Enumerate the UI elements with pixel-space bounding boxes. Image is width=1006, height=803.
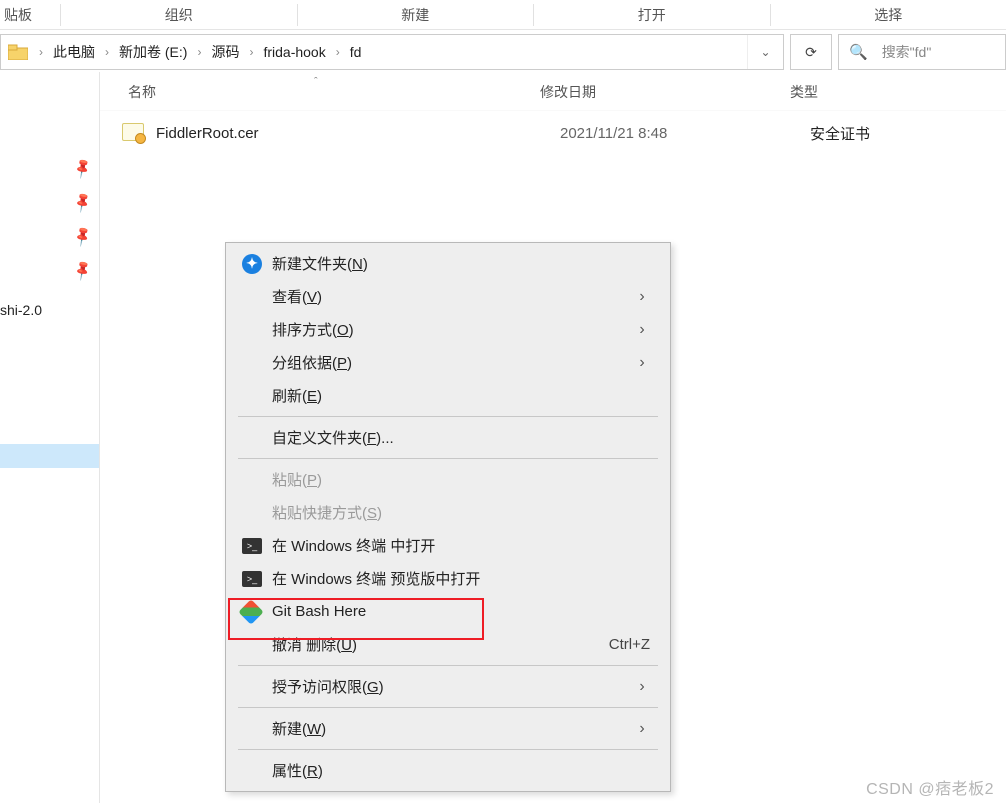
menu-item-windows-terminal-preview[interactable]: >_ 在 Windows 终端 预览版中打开 xyxy=(228,562,668,595)
chevron-right-icon: › xyxy=(630,354,654,372)
crumb-fd[interactable]: fd xyxy=(348,44,364,60)
menu-item-view[interactable]: 查看(V) › xyxy=(228,280,668,313)
file-date: 2021/11/21 8:48 xyxy=(560,125,810,142)
menu-item-new[interactable]: 新建(W) › xyxy=(228,712,668,745)
sidebar-item[interactable]: shi-2.0 xyxy=(0,302,42,318)
refresh-button[interactable]: ⟳ xyxy=(790,34,832,70)
chevron-right-icon: › xyxy=(630,321,654,339)
search-box[interactable]: 🔍 xyxy=(838,34,1006,70)
certificate-icon xyxy=(122,123,148,143)
shortcut-label: Ctrl+Z xyxy=(609,636,654,653)
search-input[interactable] xyxy=(880,43,990,61)
chevron-right-icon: › xyxy=(97,45,117,59)
pin-icon[interactable]: 📌 xyxy=(71,225,95,249)
menu-item-git-bash[interactable]: Git Bash Here xyxy=(228,595,668,628)
pin-icon[interactable]: 📌 xyxy=(71,191,95,215)
menu-separator xyxy=(238,749,658,750)
ribbon-tab-select[interactable]: 选择 xyxy=(771,0,1006,29)
crumb-drive[interactable]: 新加卷 (E:) xyxy=(117,42,189,62)
terminal-icon: >_ xyxy=(242,538,272,554)
column-header-date[interactable]: 修改日期 xyxy=(540,82,790,102)
chevron-right-icon: › xyxy=(189,45,209,59)
folder-icon xyxy=(7,41,29,63)
watermark: CSDN @痞老板2 xyxy=(866,775,994,799)
breadcrumb[interactable]: › 此电脑 › 新加卷 (E:) › 源码 › frida-hook › fd … xyxy=(0,34,784,70)
menu-item-group[interactable]: 分组依据(P) › xyxy=(228,346,668,379)
menu-item-grant-access[interactable]: 授予访问权限(G) › xyxy=(228,670,668,703)
file-row[interactable]: FiddlerRoot.cer 2021/11/21 8:48 安全证书 xyxy=(100,111,1006,155)
search-icon: 🔍 xyxy=(849,43,868,61)
ribbon-tab-open[interactable]: 打开 xyxy=(534,0,770,29)
menu-separator xyxy=(238,707,658,708)
column-header-type[interactable]: 类型 xyxy=(790,82,1006,102)
crumb-frida[interactable]: frida-hook xyxy=(261,44,327,60)
pin-icon[interactable]: 📌 xyxy=(71,259,95,283)
menu-separator xyxy=(238,458,658,459)
pin-icon[interactable]: 📌 xyxy=(71,157,95,181)
menu-item-refresh[interactable]: 刷新(E) xyxy=(228,379,668,412)
file-name[interactable]: FiddlerRoot.cer xyxy=(156,125,560,142)
breadcrumb-history-dropdown[interactable]: ⌄ xyxy=(747,35,783,69)
terminal-preview-icon: >_ xyxy=(242,571,272,587)
address-bar-row: › 此电脑 › 新加卷 (E:) › 源码 › frida-hook › fd … xyxy=(0,30,1006,72)
ribbon-tab-new[interactable]: 新建 xyxy=(298,0,534,29)
ribbon-tab-clipboard[interactable]: 贴板 xyxy=(0,0,60,29)
menu-item-windows-terminal[interactable]: >_ 在 Windows 终端 中打开 xyxy=(228,529,668,562)
sidebar: 📌 📌 📌 📌 shi-2.0 xyxy=(0,72,100,803)
menu-item-undo-delete[interactable]: 撤消 删除(U) Ctrl+Z xyxy=(228,628,668,661)
new-folder-icon: ✦ xyxy=(242,254,272,274)
context-menu: ✦ 新建文件夹(N) 查看(V) › 排序方式(O) › 分组依据(P) › 刷… xyxy=(225,242,671,792)
chevron-right-icon: › xyxy=(31,45,51,59)
menu-item-properties[interactable]: 属性(R) xyxy=(228,754,668,787)
chevron-right-icon: › xyxy=(630,720,654,738)
menu-separator xyxy=(238,665,658,666)
crumb-src[interactable]: 源码 xyxy=(209,42,241,62)
chevron-right-icon: › xyxy=(241,45,261,59)
menu-item-sort[interactable]: 排序方式(O) › xyxy=(228,313,668,346)
ribbon-tab-organize[interactable]: 组织 xyxy=(61,0,297,29)
ribbon-tabs: 贴板 组织 新建 打开 选择 xyxy=(0,0,1006,30)
chevron-right-icon: › xyxy=(328,45,348,59)
menu-separator xyxy=(238,416,658,417)
menu-item-paste-shortcut: 粘贴快捷方式(S) xyxy=(228,496,668,529)
menu-item-paste: 粘贴(P) xyxy=(228,463,668,496)
refresh-icon: ⟳ xyxy=(805,44,817,61)
sidebar-selection xyxy=(0,444,99,468)
chevron-right-icon: › xyxy=(630,288,654,306)
menu-item-customize[interactable]: 自定义文件夹(F)... xyxy=(228,421,668,454)
menu-item-new-folder[interactable]: ✦ 新建文件夹(N) xyxy=(228,247,668,280)
git-icon xyxy=(242,603,272,621)
sort-indicator-icon: ˆ xyxy=(314,76,318,88)
file-type: 安全证书 xyxy=(810,123,870,144)
crumb-pc[interactable]: 此电脑 xyxy=(51,42,97,62)
column-header-name[interactable]: 名称 ˆ xyxy=(100,82,540,102)
column-headers[interactable]: 名称 ˆ 修改日期 类型 xyxy=(100,72,1006,111)
chevron-right-icon: › xyxy=(630,678,654,696)
